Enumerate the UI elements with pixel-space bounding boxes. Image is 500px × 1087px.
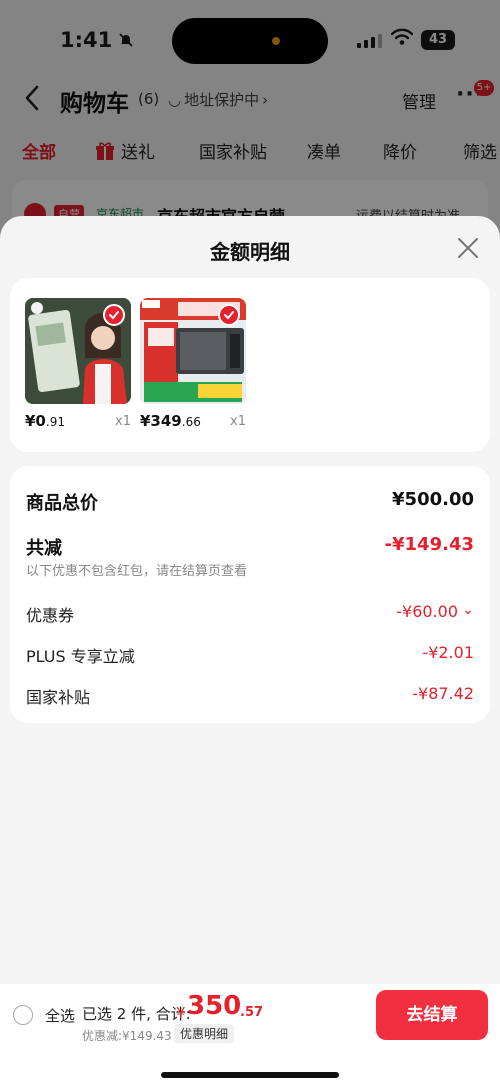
total-amount-decimal: .57 [240, 1005, 264, 1020]
product-check-icon [103, 304, 125, 326]
coupon-row[interactable]: 优惠券 -¥60.00 ⌄ [26, 602, 474, 628]
close-icon[interactable] [456, 236, 480, 260]
product-quantity: x1 [230, 414, 246, 429]
product-item[interactable]: ¥0.91 x1 [25, 298, 131, 430]
discount-detail-button[interactable]: 优惠明细 [174, 1024, 235, 1043]
total-amount: 350 [187, 991, 242, 1021]
home-indicator [161, 1072, 339, 1078]
sheet-title: 金额明细 [210, 240, 290, 264]
total-discount-row: 共减 -¥149.43 以下优惠不包含红包，请在结算页查看 [26, 534, 474, 579]
product-image-microwave [140, 298, 246, 404]
product-price: ¥349.66 [140, 412, 201, 430]
select-all-label[interactable]: 全选 [45, 1005, 75, 1026]
chevron-down-icon: ⌄ [462, 602, 474, 618]
total-currency: ¥ [176, 1004, 186, 1022]
discount-note: 以下优惠不包含红包，请在结算页查看 [26, 564, 248, 579]
product-list: ¥0.91 x1 ¥349.66 x1 [10, 278, 490, 452]
goods-total-row: 商品总价 ¥500.00 [26, 489, 474, 514]
product-image-tea [25, 298, 131, 404]
select-all-checkbox[interactable] [13, 1005, 33, 1025]
checkout-button[interactable]: 去结算 [376, 990, 488, 1040]
checkout-bar: 全选 已选 2 件, 合计: ¥ 350 .57 优惠减:¥149.43 优惠明… [0, 984, 500, 1087]
product-item[interactable]: ¥349.66 x1 [140, 298, 246, 430]
price-breakdown: 商品总价 ¥500.00 共减 -¥149.43 以下优惠不包含红包，请在结算页… [10, 466, 490, 723]
product-price: ¥0.91 [25, 412, 65, 430]
product-quantity: x1 [115, 414, 131, 429]
selected-summary: 已选 2 件, 合计: [82, 1005, 191, 1023]
national-subsidy-row: 国家补贴 -¥87.42 [26, 684, 474, 707]
plus-discount-row: PLUS 专享立减 -¥2.01 [26, 643, 474, 666]
saved-amount: 优惠减:¥149.43 [82, 1029, 172, 1043]
sheet-header: 金额明细 [0, 216, 500, 278]
price-detail-sheet: 金额明细 ¥0.91 x1 ¥349.66 x1 商品总价 ¥500.00 共减… [0, 216, 500, 1087]
product-check-icon [218, 304, 240, 326]
